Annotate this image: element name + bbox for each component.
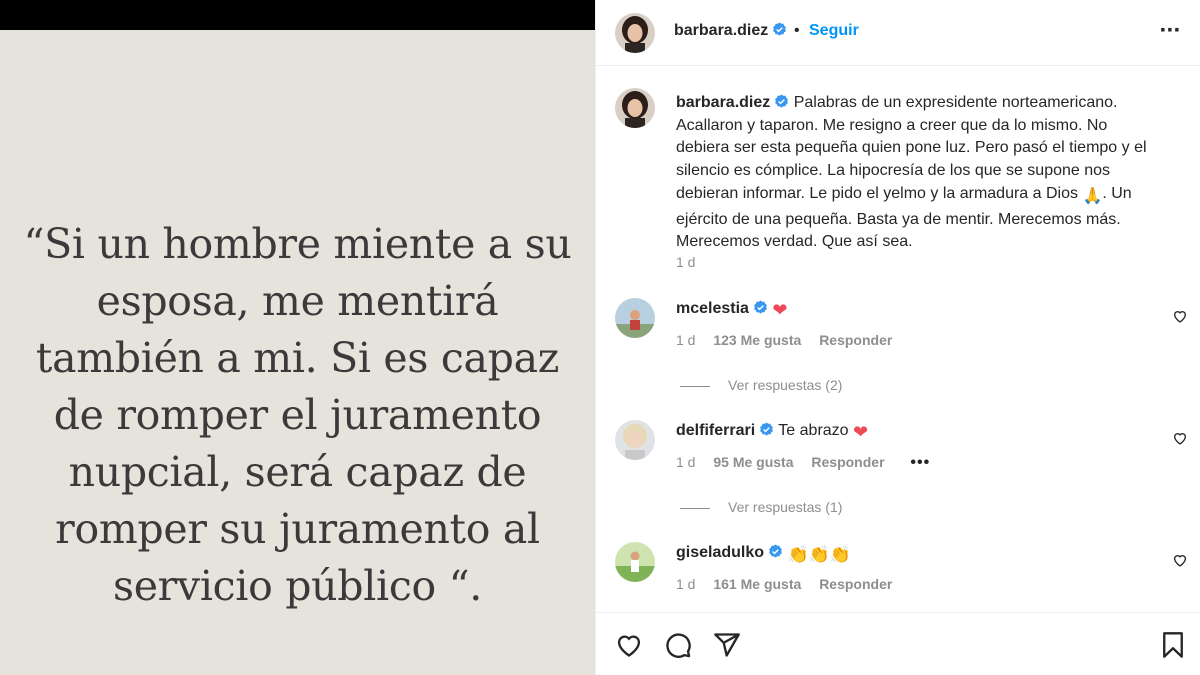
comment-username[interactable]: mcelestia — [676, 300, 749, 317]
view-replies-label: Ver respuestas (1) — [728, 499, 843, 515]
verified-badge-icon — [769, 544, 782, 558]
red-heart-emoji: ❤ — [853, 422, 869, 442]
comment-item: delfiferrari Te abrazo ❤ 1 d 95 Me gusta… — [596, 420, 1200, 510]
bookmark-icon[interactable] — [1159, 631, 1187, 659]
comment-likes[interactable]: 123 Me gusta — [713, 332, 801, 348]
author-avatar[interactable] — [615, 13, 655, 53]
author-username-text: barbara.diez — [674, 22, 769, 39]
verified-badge-icon — [754, 300, 767, 314]
view-replies-button[interactable]: Ver respuestas (2) — [680, 377, 980, 393]
comment-line: delfiferrari Te abrazo ❤ — [676, 422, 868, 443]
comment-meta: 1 d 95 Me gusta Responder ••• — [676, 454, 944, 472]
caption-timestamp[interactable]: 1 d — [676, 254, 695, 270]
commenter-avatar[interactable] — [615, 298, 655, 338]
more-options-icon[interactable]: ··· — [1156, 16, 1184, 46]
verified-badge-icon — [775, 94, 789, 108]
comment-likes[interactable]: 161 Me gusta — [713, 576, 801, 592]
view-replies-label: Ver respuestas (2) — [728, 377, 843, 393]
comment-time[interactable]: 1 d — [676, 576, 695, 592]
comment-icon[interactable] — [664, 631, 692, 659]
replies-divider — [680, 385, 710, 387]
caption-text: barbara.diez Palabras de un expresidente… — [676, 92, 1156, 254]
comment-meta: 1 d 161 Me gusta Responder — [676, 576, 906, 592]
commenter-avatar[interactable] — [615, 420, 655, 460]
reply-button[interactable]: Responder — [819, 332, 892, 348]
like-comment-heart-icon[interactable] — [1172, 308, 1188, 324]
post-action-bar — [596, 612, 1200, 675]
commenter-avatar[interactable] — [615, 542, 655, 582]
view-replies-button[interactable]: Ver respuestas (1) — [680, 499, 980, 515]
comment-item: mcelestia ❤ 1 d 123 Me gusta Responder — [596, 298, 1200, 388]
follow-button[interactable]: Seguir — [809, 22, 859, 40]
heart-icon[interactable] — [615, 631, 643, 659]
like-comment-heart-icon[interactable] — [1172, 552, 1188, 568]
reply-button[interactable]: Responder — [811, 454, 884, 470]
comment-meta: 1 d 123 Me gusta Responder — [676, 332, 906, 348]
verified-badge-icon — [760, 422, 774, 436]
comment-time[interactable]: 1 d — [676, 332, 695, 348]
author-username[interactable]: barbara.diez — [674, 22, 787, 40]
post-image[interactable]: “Si un hombre miente a su esposa, me men… — [0, 0, 595, 675]
replies-divider — [680, 507, 710, 509]
like-comment-heart-icon[interactable] — [1172, 430, 1188, 446]
header-separator: • — [794, 22, 800, 39]
comment-username[interactable]: delfiferrari — [676, 422, 755, 439]
comment-text: Te abrazo — [778, 422, 849, 439]
image-top-bar — [0, 0, 595, 30]
post-panel: barbara.diez • Seguir ··· barbara.diez P… — [595, 0, 1200, 675]
caption-username[interactable]: barbara.diez — [676, 94, 770, 111]
post-header: barbara.diez • Seguir ··· — [596, 0, 1200, 66]
share-icon[interactable] — [713, 631, 741, 659]
red-heart-emoji: ❤ — [772, 300, 788, 320]
comment-username[interactable]: giseladulko — [676, 544, 764, 561]
praying-hands-emoji: 🙏 — [1082, 187, 1103, 205]
comment-time[interactable]: 1 d — [676, 454, 695, 470]
comment-likes[interactable]: 95 Me gusta — [713, 454, 793, 470]
comment-more-options-icon[interactable]: ••• — [910, 454, 930, 471]
clapping-hands-emoji: 👏👏👏 — [787, 545, 851, 564]
image-quote-text: “Si un hombre miente a su esposa, me men… — [23, 220, 572, 610]
caption-avatar[interactable] — [615, 88, 655, 128]
reply-button[interactable]: Responder — [819, 576, 892, 592]
comment-line: giseladulko 👏👏👏 — [676, 544, 851, 565]
verified-badge-icon — [773, 22, 787, 36]
comment-line: mcelestia ❤ — [676, 300, 787, 321]
